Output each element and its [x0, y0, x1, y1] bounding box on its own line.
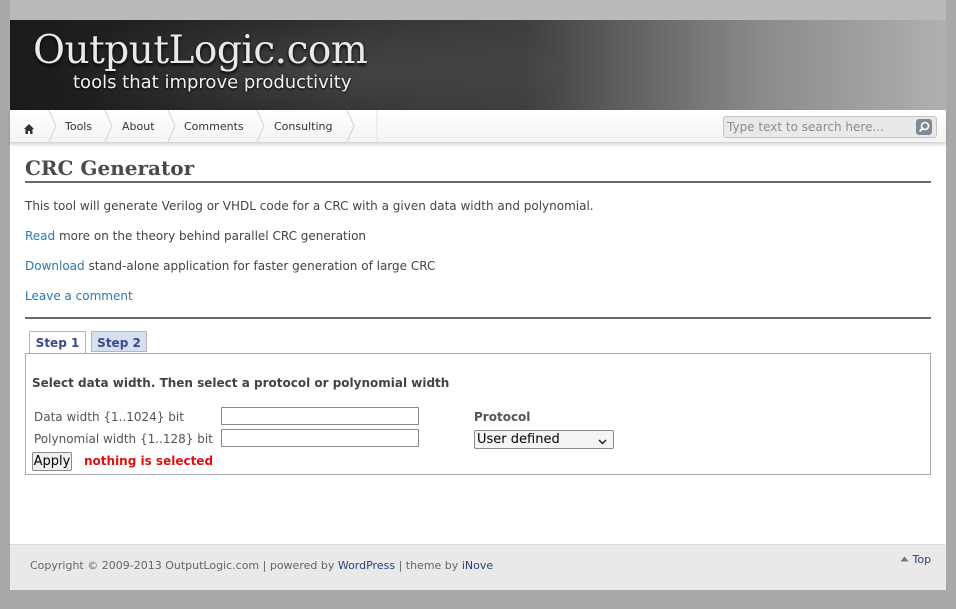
nav-end-separator: [376, 110, 378, 142]
download-text: stand-alone application for faster gener…: [84, 259, 436, 273]
top-strip: [10, 0, 946, 20]
tab-step-1[interactable]: Step 1: [29, 331, 86, 353]
site-logo[interactable]: OutputLogic.com: [33, 28, 368, 73]
tab-step-2[interactable]: Step 2: [91, 331, 147, 352]
nav-item-tools[interactable]: Tools: [65, 110, 92, 142]
read-more-text: more on the theory behind parallel CRC g…: [55, 229, 367, 243]
search-icon[interactable]: [916, 119, 932, 135]
nav-item-consulting[interactable]: Consulting: [274, 110, 332, 142]
search-box: [723, 116, 937, 138]
page-wrapper: OutputLogic.com tools that improve produ…: [10, 20, 946, 590]
data-width-input[interactable]: [221, 407, 419, 425]
nav-separator: [167, 110, 176, 142]
status-message: nothing is selected: [84, 454, 214, 468]
nav-separator: [346, 110, 355, 142]
back-to-top-link[interactable]: Top: [900, 553, 931, 566]
home-icon[interactable]: [23, 120, 35, 139]
up-arrow-icon: [900, 556, 909, 562]
read-link[interactable]: Read: [25, 229, 55, 243]
nav-separator: [104, 110, 113, 142]
nav-separator: [48, 110, 57, 142]
nav-item-about[interactable]: About: [122, 110, 155, 142]
site-header: OutputLogic.com tools that improve produ…: [10, 20, 946, 110]
form-heading: Select data width. Then select a protoco…: [32, 376, 450, 390]
search-input[interactable]: [727, 118, 907, 136]
download-link[interactable]: Download: [25, 259, 85, 273]
top-label: Top: [912, 553, 932, 566]
read-more-line: Read more on the theory behind parallel …: [25, 229, 366, 243]
chevron-down-icon: [598, 434, 607, 451]
nav-separator: [256, 110, 265, 142]
wordpress-link[interactable]: WordPress: [338, 559, 395, 572]
protocol-select[interactable]: User defined: [474, 430, 614, 449]
title-divider: [25, 181, 931, 183]
page-title: CRC Generator: [25, 156, 195, 180]
nav-bar: Tools About Comments Consulting: [10, 110, 946, 143]
theme-separator-text: | theme by: [395, 559, 462, 572]
protocol-label: Protocol: [474, 410, 531, 424]
site-tagline: tools that improve productivity: [73, 72, 352, 93]
poly-width-label: Polynomial width {1..128} bit: [34, 432, 213, 446]
comment-line: Leave a comment: [25, 289, 133, 303]
apply-button[interactable]: Apply: [32, 452, 72, 471]
content-divider: [25, 317, 931, 319]
site-footer: Copyright © 2009-2013 OutputLogic.com | …: [10, 544, 946, 590]
protocol-selected-value: User defined: [477, 432, 560, 447]
footer-credits: Copyright © 2009-2013 OutputLogic.com | …: [30, 559, 493, 572]
leave-comment-link[interactable]: Leave a comment: [25, 289, 133, 303]
step-panel: Select data width. Then select a protoco…: [25, 353, 931, 475]
copyright-text: Copyright © 2009-2013 OutputLogic.com | …: [30, 559, 338, 572]
intro-text: This tool will generate Verilog or VHDL …: [25, 199, 594, 213]
inove-link[interactable]: iNove: [462, 559, 493, 572]
data-width-label: Data width {1..1024} bit: [34, 410, 184, 424]
download-line: Download stand-alone application for fas…: [25, 259, 435, 273]
poly-width-input[interactable]: [221, 429, 419, 447]
nav-item-comments[interactable]: Comments: [184, 110, 244, 142]
